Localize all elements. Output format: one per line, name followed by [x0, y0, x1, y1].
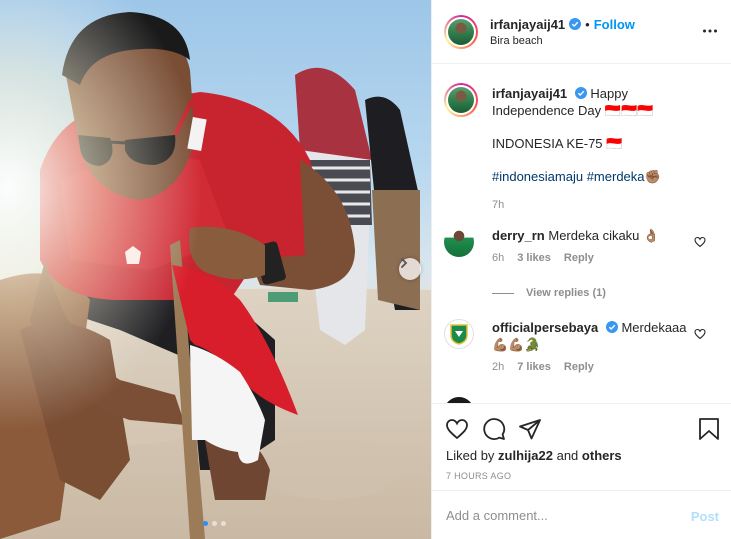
more-options-icon[interactable] — [702, 23, 718, 39]
author-username[interactable]: irfanjayaij41 — [490, 17, 565, 32]
comment-text: Merdekaaa — [621, 320, 687, 335]
caption-avatar[interactable] — [444, 83, 478, 117]
author-avatar[interactable] — [444, 14, 478, 49]
post-actions: Liked by zulhija22 and others 7 HOURS AG… — [432, 403, 731, 490]
post-comment-button[interactable]: Post — [691, 509, 719, 524]
comments-list[interactable]: irfanjayaij41 Happy Independence Day 🇮🇩🇮… — [432, 65, 731, 403]
carousel-next-button[interactable] — [399, 258, 421, 280]
liked-by-prefix: Liked by — [446, 448, 495, 463]
verified-badge-icon — [605, 321, 618, 333]
liked-by-and: and — [556, 448, 579, 463]
post-photo[interactable] — [0, 0, 431, 539]
reply-button[interactable]: Reply — [564, 361, 594, 373]
comment-bubble-icon[interactable] — [482, 417, 506, 441]
follow-button[interactable]: Follow — [594, 17, 635, 32]
bookmark-icon[interactable] — [698, 417, 720, 441]
comment-avatar[interactable] — [444, 319, 474, 349]
liked-by: Liked by zulhija22 and others — [446, 448, 622, 463]
caption-text-line2: Day 🇮🇩🇮🇩🇮🇩 — [578, 103, 654, 118]
post-header: irfanjayaij41 • Follow Bira beach — [432, 0, 731, 64]
carousel-dot — [221, 521, 226, 526]
post-location[interactable]: Bira beach — [490, 35, 635, 47]
carousel-dot — [203, 521, 208, 526]
comment-like-heart-icon[interactable] — [694, 236, 706, 248]
post-side-panel: irfanjayaij41 • Follow Bira beach irfanj… — [431, 0, 731, 539]
separator-bullet: • — [585, 16, 590, 32]
view-replies-label: View replies (1) — [526, 287, 606, 299]
comment-username[interactable]: officialpersebaya — [492, 320, 598, 335]
add-comment-bar: Post — [432, 490, 731, 539]
club-crest-icon — [450, 324, 468, 345]
carousel-dot — [212, 521, 217, 526]
verified-badge-icon — [574, 87, 587, 99]
add-comment-input[interactable] — [446, 507, 676, 523]
caption-username[interactable]: irfanjayaij41 — [492, 86, 567, 101]
caption-text-line3: INDONESIA KE-75 🇮🇩 — [492, 136, 623, 151]
comment-item: derry_rn Merdeka cikaku 👌🏽 6h 3 likes Re… — [444, 227, 702, 264]
comment-text-line2: 💪🏽💪🏽🐊 — [492, 337, 541, 352]
comment-item: officialpersebaya Merdekaaa 💪🏽💪🏽🐊 2h 7 l… — [444, 319, 702, 373]
comment-avatar[interactable] — [444, 227, 474, 257]
comment-username[interactable]: derry_rn — [492, 228, 545, 243]
comment-time[interactable]: 6h — [492, 252, 504, 264]
caption: irfanjayaij41 Happy Independence Day 🇮🇩🇮… — [444, 83, 707, 211]
hashtag-link[interactable]: #indonesiamaju — [492, 169, 583, 184]
verified-badge-icon — [569, 18, 582, 30]
paper-plane-icon[interactable] — [518, 417, 542, 441]
comment-likes[interactable]: 3 likes — [517, 252, 551, 264]
liked-by-others[interactable]: others — [582, 448, 622, 463]
hashtag-emoji: ✊🏽 — [644, 169, 661, 184]
carousel-dots — [203, 521, 226, 526]
reply-button[interactable]: Reply — [564, 252, 594, 264]
comment-likes[interactable]: 7 likes — [517, 361, 551, 373]
view-replies-button[interactable]: View replies (1) — [492, 287, 606, 299]
caption-time[interactable]: 7h — [492, 199, 504, 211]
post-time-ago[interactable]: 7 HOURS AGO — [446, 471, 511, 481]
liked-by-user[interactable]: zulhija22 — [498, 448, 553, 463]
comment-like-heart-icon[interactable] — [694, 328, 706, 340]
comment-time[interactable]: 2h — [492, 361, 504, 373]
hashtag-link[interactable]: #merdeka — [587, 169, 645, 184]
photo-scene — [0, 0, 431, 539]
heart-icon[interactable] — [445, 417, 469, 441]
comment-text: Merdeka cikaku 👌🏽 — [548, 228, 660, 243]
chevron-right-icon — [401, 258, 408, 268]
